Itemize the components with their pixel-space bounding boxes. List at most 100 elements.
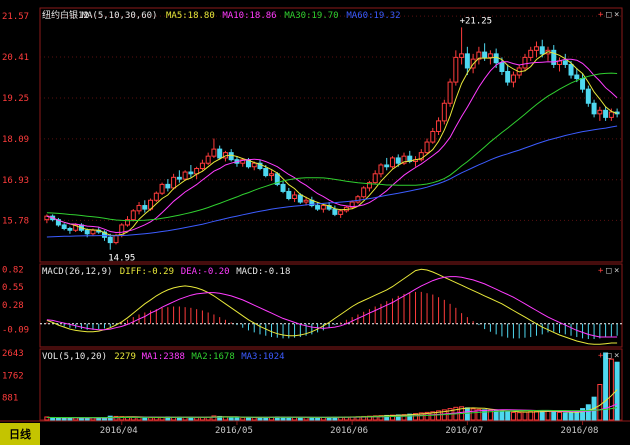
macd-dea-line [46,276,618,338]
vol-bar-88 [551,411,557,421]
date-label-4: 2016/08 [561,426,599,436]
panel-button-0-0[interactable]: + [598,10,604,20]
candle-body-71 [453,56,459,83]
panel-button-2-2[interactable]: × [614,351,619,361]
candle-body-59 [384,164,390,168]
candle-body-47 [315,205,321,210]
candle-body-4 [67,227,73,231]
candle-body-67 [430,130,436,143]
date-label-0: 2016/04 [100,426,138,436]
vol-bar-89 [557,411,563,421]
vol-bar-25 [188,416,194,421]
main-legend-5: MA60:19.32 [346,11,400,21]
candle-body-60 [389,157,395,168]
candle-body-78 [493,53,499,64]
ma30-line [46,72,618,222]
candle-body-3 [61,224,67,229]
candle-body-69 [441,102,447,122]
macd-legend-2: DEA:-0.20 [181,267,230,277]
candle-body-57 [372,173,378,184]
candle-body-79 [499,62,505,73]
panel-button-1-1[interactable]: □ [606,266,612,276]
vol-legend-1: 2279 [114,352,136,362]
candle-body-93 [580,78,586,90]
candle-body-17 [142,205,148,210]
candle-body-43 [292,194,298,200]
macd-legend-0: MACD(26,12,9) [42,267,112,277]
candle-body-92 [574,74,580,80]
candle-body-45 [303,199,309,203]
candle-body-12 [113,235,119,244]
candle-body-29 [211,148,217,157]
vol-bar-82 [516,412,522,421]
candle-body-32 [228,152,234,161]
candle-body-38 [263,168,269,177]
candle-body-27 [199,162,205,170]
macd-axis-label-0: 0.82 [2,265,24,275]
vol-legend-0: VOL(5,10,20) [42,352,107,362]
vol-bar-81 [510,411,516,421]
vol-bar-35 [245,417,251,421]
candle-body-50 [332,208,338,215]
date-label-1: 2016/05 [215,426,253,436]
candle-body-81 [510,74,516,83]
panel-button-1-0[interactable]: + [598,266,604,276]
candle-body-91 [568,63,574,76]
candle-body-84 [528,49,534,58]
vol-bar-76 [482,409,488,421]
candle-body-73 [464,53,470,69]
date-label-2: 2016/06 [330,426,368,436]
vol-bar-27 [199,416,205,421]
vol-bar-80 [505,411,511,421]
candle-body-24 [182,171,188,180]
candle-body-8 [90,229,96,235]
candle-body-83 [522,56,528,69]
vol-legend-4: MA3:1024 [241,352,284,362]
candle-body-98 [608,111,614,118]
candle-body-36 [251,162,257,168]
panel-button-2-1[interactable]: □ [606,351,612,361]
price-axis-label-2: 19.25 [2,94,29,104]
candle-body-16 [136,205,142,212]
vol-axis-label-1: 1762 [2,371,24,381]
panel-button-0-2[interactable]: × [614,10,619,20]
candle-body-72 [459,53,465,58]
main-legend-4: MA30:19.70 [284,11,338,21]
vol-bar-85 [533,410,539,421]
panel-button-2-0[interactable]: + [598,351,604,361]
candle-body-77 [487,53,493,58]
macd-axis-label-2: 0.28 [2,301,24,311]
candle-body-54 [355,196,361,203]
candle-body-76 [482,51,488,58]
candle-body-80 [505,71,511,83]
vol-bar-26 [194,417,200,421]
vol-bar-17 [142,417,148,421]
vol-bar-74 [470,408,476,421]
macd-legend-3: MACD:-0.18 [236,267,290,277]
vol-bar-98 [608,358,614,421]
vol-legend-3: MA2:1678 [191,352,234,362]
vol-axis-label-2: 881 [2,394,18,404]
main-legend-3: MA10:18.86 [222,11,276,21]
candle-body-42 [286,190,292,199]
vol-bar-83 [522,411,528,421]
vol-bar-78 [493,410,499,421]
main-legend-1: MA(5,10,30,60) [82,11,158,21]
candle-body-58 [378,164,384,175]
candle-body-30 [217,148,223,159]
candle-body-51 [338,210,344,215]
price-axis-label-1: 20.41 [2,53,29,63]
candle-body-95 [591,102,597,115]
candle-body-55 [361,187,367,198]
price-axis-label-3: 18.09 [2,135,29,145]
candle-body-21 [165,183,171,189]
candle-body-97 [603,109,609,118]
vol-axis-label-0: 2643 [2,349,24,359]
period-tab-daily[interactable]: 日线 [0,423,40,445]
vol-bar-86 [539,410,545,421]
panel-button-1-2[interactable]: × [614,266,619,276]
panel-button-0-1[interactable]: □ [606,10,612,20]
vol-legend-2: MA1:2388 [142,352,185,362]
candle-body-96 [597,109,603,115]
price-axis-label-0: 21.57 [2,12,29,22]
